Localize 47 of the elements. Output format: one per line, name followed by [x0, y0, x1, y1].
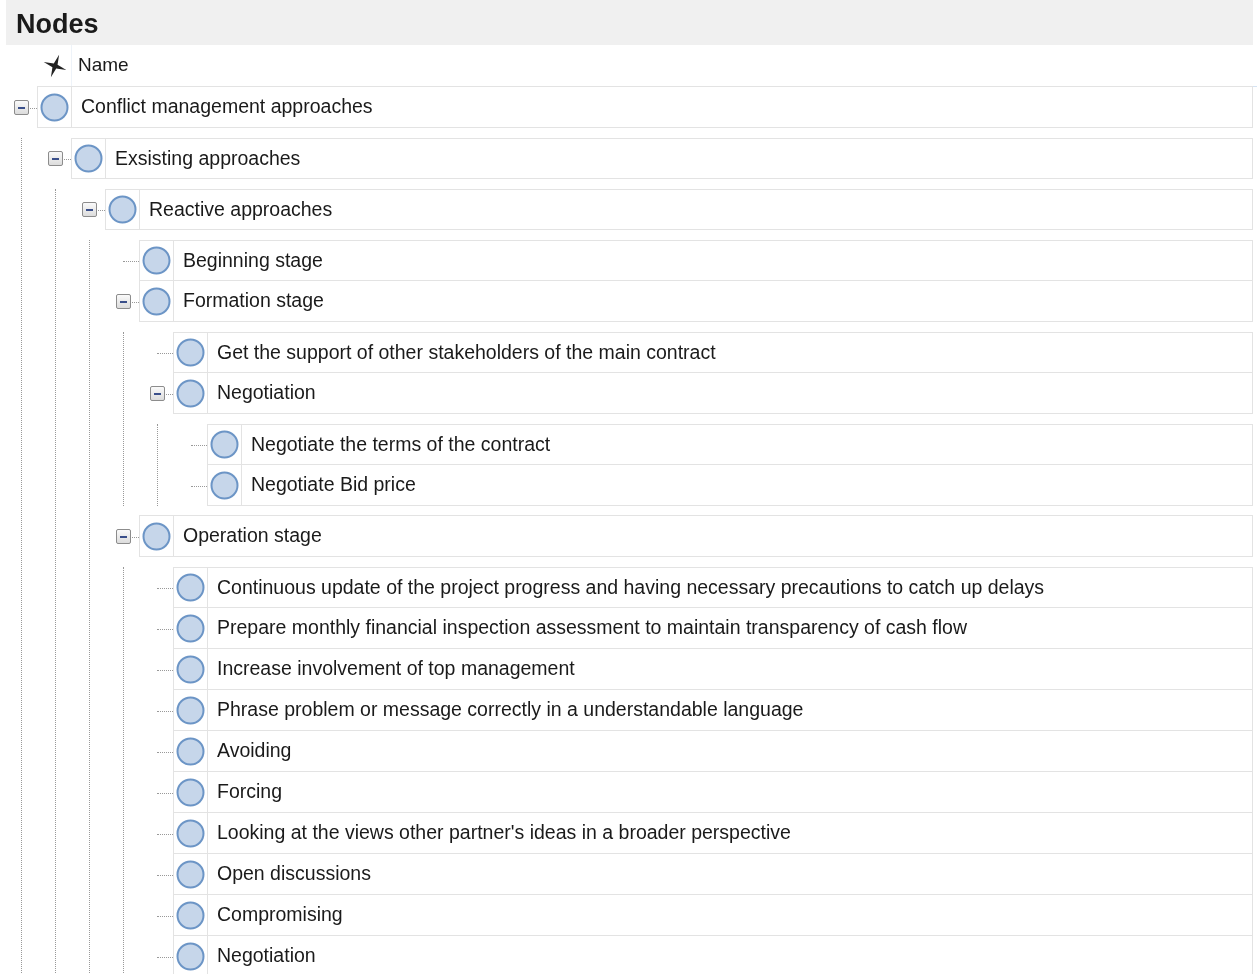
tree-row[interactable]: Continuous update of the project progress and having necessary precautions to catch up delays — [173, 567, 1253, 608]
tree-row[interactable]: Forcing — [173, 771, 1253, 813]
circle-icon — [176, 378, 205, 408]
collapse-toggle[interactable] — [116, 529, 131, 544]
circle-icon — [176, 818, 205, 848]
tree-row[interactable]: Increase involvement of top management — [173, 648, 1253, 690]
circle-icon — [142, 286, 171, 316]
circle-icon — [176, 900, 205, 930]
collapse-toggle[interactable] — [14, 100, 29, 115]
circle-icon — [142, 521, 171, 551]
tree-row[interactable]: Prepare monthly financial inspection assessment to maintain transparency of cash flow — [173, 607, 1253, 649]
tree-row[interactable]: Exsisting approaches — [71, 138, 1253, 179]
tree-row[interactable]: Negotiation — [173, 935, 1253, 974]
circle-icon — [40, 92, 69, 122]
collapse-toggle[interactable] — [48, 151, 63, 166]
panel-title: Nodes — [6, 0, 1253, 45]
circle-icon — [210, 470, 239, 500]
tree-row[interactable]: Looking at the views other partner's ideas in a broader perspective — [173, 812, 1253, 854]
circle-icon — [176, 573, 205, 602]
circle-icon — [176, 777, 205, 807]
tree-row[interactable]: Open discussions — [173, 853, 1253, 895]
tree-row[interactable]: Operation stage — [139, 515, 1253, 557]
circle-icon — [176, 736, 205, 766]
tree-row[interactable]: Get the support of other stakeholders of the main contract — [173, 332, 1253, 373]
tree-row[interactable]: Negotiate the terms of the contract — [207, 424, 1253, 465]
tree-row[interactable]: Avoiding — [173, 730, 1253, 772]
circle-icon — [210, 430, 239, 459]
circle-icon — [176, 654, 205, 684]
tree-row[interactable]: Phrase problem or message correctly in a understandable language — [173, 689, 1253, 731]
circle-icon — [176, 859, 205, 889]
circle-icon — [108, 195, 137, 224]
tree-row[interactable]: Negotiation — [173, 372, 1253, 414]
tree-row[interactable]: Negotiate Bid price — [207, 464, 1253, 506]
collapse-toggle[interactable] — [116, 294, 131, 309]
tree-row[interactable]: Compromising — [173, 894, 1253, 936]
tree-row[interactable]: Formation stage — [139, 280, 1253, 322]
circle-icon — [74, 144, 103, 173]
circle-icon — [176, 338, 205, 367]
tree-row[interactable]: Beginning stage — [139, 240, 1253, 281]
collapse-toggle[interactable] — [150, 386, 165, 401]
circle-icon — [176, 613, 205, 643]
circle-icon — [176, 941, 205, 971]
collapse-toggle[interactable] — [82, 202, 97, 217]
tree-row[interactable]: Conflict management approaches — [37, 86, 1253, 128]
tree-row[interactable]: Reactive approaches — [105, 189, 1253, 230]
circle-icon — [176, 695, 205, 725]
circle-icon — [142, 246, 171, 275]
